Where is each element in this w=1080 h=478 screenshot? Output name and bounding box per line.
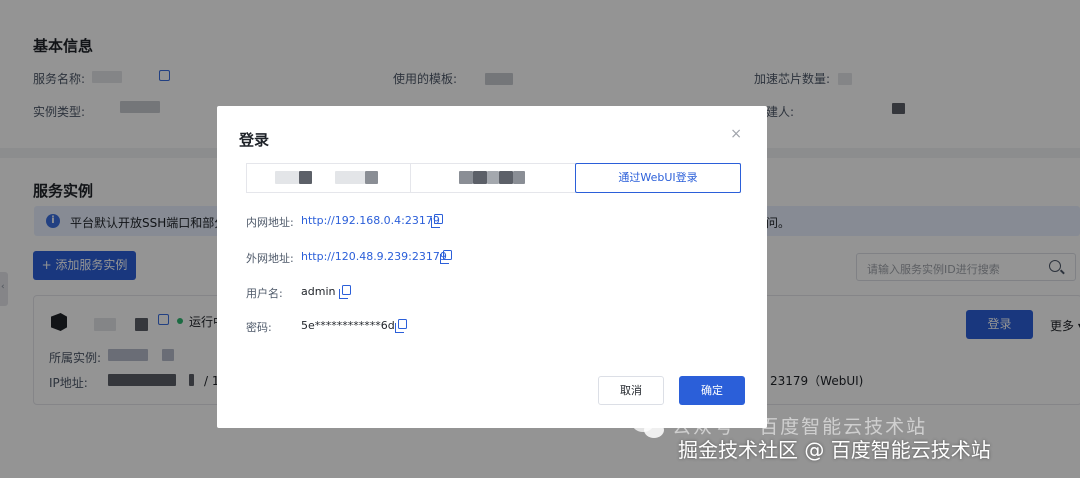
tab2-blur-3 bbox=[487, 171, 499, 184]
tab-login-method-2[interactable] bbox=[411, 164, 575, 192]
confirm-button[interactable]: 确定 bbox=[679, 376, 745, 405]
internal-address-link[interactable]: http://192.168.0.4:23179 bbox=[301, 214, 440, 227]
tab1-blur-3 bbox=[335, 171, 365, 184]
copy-icon[interactable] bbox=[431, 214, 443, 228]
tab1-blur-4 bbox=[365, 171, 378, 184]
cancel-button[interactable]: 取消 bbox=[598, 376, 664, 405]
wechat-icon bbox=[632, 414, 666, 440]
close-icon[interactable]: × bbox=[730, 126, 742, 142]
tab-login-method-1[interactable] bbox=[247, 164, 411, 192]
tab2-blur-4 bbox=[499, 171, 513, 184]
internal-address-label: 内网地址: bbox=[246, 216, 294, 229]
password-value: 5e************6d bbox=[301, 319, 395, 332]
login-modal: 登录 × 通过WebUI登录 内网地址: http://192.168.0.4:… bbox=[217, 106, 767, 428]
copy-icon[interactable] bbox=[395, 319, 407, 333]
external-address-label: 外网地址: bbox=[246, 252, 294, 265]
username-value: admin bbox=[301, 285, 336, 298]
external-address-link[interactable]: http://120.48.9.239:23179 bbox=[301, 250, 447, 263]
tab1-blur-2 bbox=[299, 171, 312, 184]
tab2-blur-2 bbox=[473, 171, 487, 184]
tab-webui-login[interactable]: 通过WebUI登录 bbox=[575, 163, 741, 193]
tab1-blur bbox=[275, 171, 299, 184]
password-label: 密码: bbox=[246, 321, 272, 334]
copy-icon[interactable] bbox=[339, 285, 351, 299]
copy-icon[interactable] bbox=[440, 250, 452, 264]
wechat-bubble-2 bbox=[644, 422, 664, 438]
watermark-line-2: 掘金技术社区 @ 百度智能云技术站 bbox=[678, 438, 991, 462]
username-label: 用户名: bbox=[246, 287, 283, 300]
tab2-blur bbox=[459, 171, 473, 184]
tab2-blur-5 bbox=[513, 171, 525, 184]
modal-title: 登录 bbox=[239, 131, 270, 149]
